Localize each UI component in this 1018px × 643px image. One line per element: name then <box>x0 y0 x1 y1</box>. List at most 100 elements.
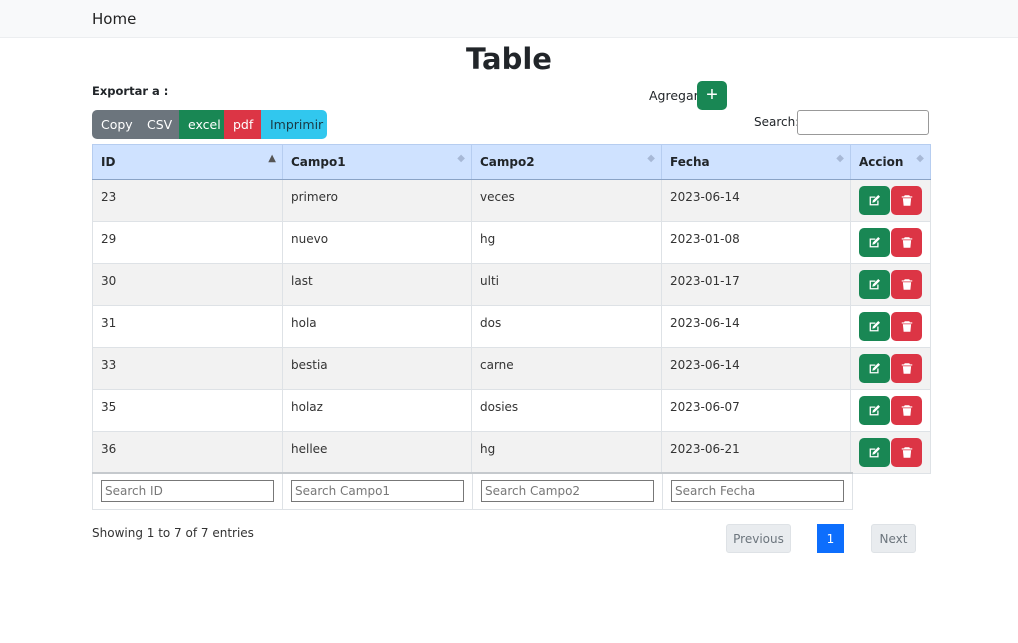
search-id-input[interactable] <box>101 480 274 503</box>
trash-icon <box>891 362 922 375</box>
edit-icon <box>859 194 890 207</box>
edit-button[interactable] <box>859 228 890 257</box>
cell-fecha: 2023-06-14 <box>661 305 851 348</box>
cell-fecha: 2023-06-14 <box>661 179 851 222</box>
table-row: 31 hola dos 2023-06-14 <box>92 305 931 348</box>
table-info: Showing 1 to 7 of 7 entries <box>92 526 254 540</box>
column-header-accion[interactable]: Accion ◆ <box>850 144 931 180</box>
table-row: 23 primero veces 2023-06-14 <box>92 179 931 222</box>
sort-icon: ◆ <box>457 153 465 164</box>
delete-button[interactable] <box>891 312 922 341</box>
export-button-group: Copy CSV excel pdf Imprimir <box>92 110 327 139</box>
sort-icon: ◆ <box>647 153 655 164</box>
edit-icon <box>859 278 890 291</box>
delete-button[interactable] <box>891 228 922 257</box>
cell-fecha: 2023-06-07 <box>661 389 851 432</box>
trash-icon <box>891 194 922 207</box>
add-button[interactable]: + <box>697 81 727 110</box>
search-campo2-input[interactable] <box>481 480 654 503</box>
cell-actions <box>850 263 931 306</box>
print-button[interactable]: Imprimir <box>261 110 327 139</box>
cell-campo1: last <box>282 263 472 306</box>
trash-icon <box>891 320 922 333</box>
sort-icon: ◆ <box>836 153 844 164</box>
cell-actions <box>850 389 931 432</box>
cell-campo2: ulti <box>471 263 662 306</box>
sort-icon: ◆ <box>916 153 924 164</box>
cell-campo1: nuevo <box>282 221 472 264</box>
cell-campo1: primero <box>282 179 472 222</box>
cell-campo2: hg <box>471 221 662 264</box>
table-header-row: ID ▲ Campo1 ◆ Campo2 ◆ Fecha ◆ Accion ◆ <box>92 144 931 180</box>
edit-button[interactable] <box>859 270 890 299</box>
edit-button[interactable] <box>859 438 890 467</box>
column-header-id[interactable]: ID ▲ <box>92 144 283 180</box>
column-header-campo1[interactable]: Campo1 ◆ <box>282 144 472 180</box>
previous-page-button[interactable]: Previous <box>726 524 791 553</box>
csv-button[interactable]: CSV <box>138 110 179 139</box>
edit-icon <box>859 320 890 333</box>
cell-campo2: carne <box>471 347 662 390</box>
nav-home-link[interactable]: Home <box>92 10 136 28</box>
pdf-button[interactable]: pdf <box>224 110 261 139</box>
cell-id: 36 <box>92 431 283 474</box>
table-row: 33 bestia carne 2023-06-14 <box>92 347 931 390</box>
cell-campo2: dos <box>471 305 662 348</box>
table-row: 35 holaz dosies 2023-06-07 <box>92 389 931 432</box>
edit-button[interactable] <box>859 312 890 341</box>
delete-button[interactable] <box>891 396 922 425</box>
navbar: Home <box>0 0 1018 38</box>
page-1-button[interactable]: 1 <box>817 524 844 553</box>
cell-actions <box>850 305 931 348</box>
cell-actions <box>850 221 931 264</box>
search-label: Search: <box>754 115 800 129</box>
cell-fecha: 2023-06-14 <box>661 347 851 390</box>
column-search-row <box>92 472 853 510</box>
trash-icon <box>891 236 922 249</box>
cell-id: 31 <box>92 305 283 348</box>
delete-button[interactable] <box>891 186 922 215</box>
cell-id: 35 <box>92 389 283 432</box>
cell-campo1: hellee <box>282 431 472 474</box>
page-title: Table <box>466 42 552 76</box>
edit-icon <box>859 404 890 417</box>
cell-id: 29 <box>92 221 283 264</box>
column-header-campo2[interactable]: Campo2 ◆ <box>471 144 662 180</box>
cell-actions <box>850 347 931 390</box>
sort-icon: ▲ <box>268 153 276 164</box>
table-row: 30 last ulti 2023-01-17 <box>92 263 931 306</box>
cell-campo2: hg <box>471 431 662 474</box>
edit-button[interactable] <box>859 396 890 425</box>
cell-fecha: 2023-01-08 <box>661 221 851 264</box>
cell-actions <box>850 179 931 222</box>
trash-icon <box>891 446 922 459</box>
copy-button[interactable]: Copy <box>92 110 138 139</box>
edit-icon <box>859 236 890 249</box>
trash-icon <box>891 404 922 417</box>
table-row: 36 hellee hg 2023-06-21 <box>92 431 931 474</box>
cell-campo2: veces <box>471 179 662 222</box>
edit-button[interactable] <box>859 354 890 383</box>
delete-button[interactable] <box>891 438 922 467</box>
cell-id: 23 <box>92 179 283 222</box>
cell-actions <box>850 431 931 474</box>
delete-button[interactable] <box>891 354 922 383</box>
edit-button[interactable] <box>859 186 890 215</box>
edit-icon <box>859 446 890 459</box>
export-label: Exportar a : <box>92 84 169 98</box>
delete-button[interactable] <box>891 270 922 299</box>
search-input[interactable] <box>797 110 929 135</box>
cell-campo1: holaz <box>282 389 472 432</box>
next-page-button[interactable]: Next <box>871 524 916 553</box>
cell-campo1: bestia <box>282 347 472 390</box>
data-table: ID ▲ Campo1 ◆ Campo2 ◆ Fecha ◆ Accion ◆ 23 pri… <box>92 144 931 474</box>
cell-id: 30 <box>92 263 283 306</box>
cell-fecha: 2023-01-17 <box>661 263 851 306</box>
search-campo1-input[interactable] <box>291 480 464 503</box>
excel-button[interactable]: excel <box>179 110 224 139</box>
search-fecha-input[interactable] <box>671 480 844 503</box>
edit-icon <box>859 362 890 375</box>
cell-campo2: dosies <box>471 389 662 432</box>
column-header-fecha[interactable]: Fecha ◆ <box>661 144 851 180</box>
cell-fecha: 2023-06-21 <box>661 431 851 474</box>
